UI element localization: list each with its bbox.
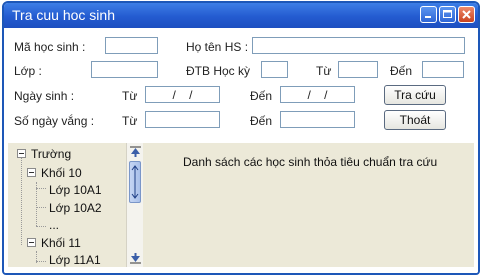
absences-to-input[interactable] [280,111,355,128]
results-caption: Danh sách các học sinh thỏa tiêu chuẩn t… [183,155,438,169]
full-name-input[interactable] [252,37,465,54]
title-bar[interactable]: Tra cuu hoc sinh [4,3,478,28]
birth-to-label: Đến [250,89,273,103]
form-area: Mã học sinh : Họ tên HS : Lớp : ĐTB Học … [4,28,478,273]
class-label: Lớp : [14,64,42,78]
maximize-icon[interactable] [439,6,456,23]
tree-item-class-11a1[interactable]: Lớp 11A1 [49,253,101,267]
collapse-icon[interactable] [27,238,36,247]
tree-item-ellipsis: ... [49,218,60,232]
absences-to-label: Đến [250,114,273,128]
tree-item-grade-10[interactable]: Khối 10 [41,166,82,180]
gpa-from-label: Từ [316,64,332,78]
close-icon[interactable] [458,6,475,23]
gpa-input[interactable] [261,61,288,78]
birthdate-label: Ngày sinh : [14,89,75,103]
collapse-icon[interactable] [17,149,26,158]
tree-connector [36,188,46,189]
search-button[interactable]: Tra cứu [384,85,446,105]
tree-connector [36,261,46,262]
full-name-label: Họ tên HS : [186,40,249,54]
class-input[interactable] [91,61,158,78]
class-tree[interactable]: Trường Khối 10 Lớp 10A1 Lớp 10A2 ... Khố… [8,143,128,267]
absences-from-label: Từ [122,114,138,128]
gpa-label: ĐTB Học kỳ [186,64,251,78]
birth-to-input[interactable] [280,86,355,103]
tree-item-school[interactable]: Trường [31,147,71,161]
gpa-to-label: Đến [390,64,413,78]
absences-label: Số ngày vắng : [14,114,95,128]
tree-connector [21,158,22,245]
scroll-down-icon[interactable] [129,251,142,265]
student-id-label: Mã học sinh : [14,40,86,54]
exit-button[interactable]: Thoát [384,110,446,130]
tree-scrollbar[interactable] [126,143,143,267]
minimize-icon[interactable] [420,6,437,23]
gpa-to-input[interactable] [422,61,464,78]
search-students-window: Tra cuu hoc sinh Mã học sinh : Họ tên HS… [2,1,480,275]
scroll-thumb[interactable] [129,161,141,203]
tree-connector [36,207,46,208]
tree-item-class-10a2[interactable]: Lớp 10A2 [49,201,102,215]
absences-from-input[interactable] [145,111,220,128]
student-id-input[interactable] [105,37,158,54]
window-title: Tra cuu hoc sinh [12,7,115,23]
results-panel: Trường Khối 10 Lớp 10A1 Lớp 10A2 ... Khố… [8,143,474,267]
tree-connector [36,226,46,227]
gpa-from-input[interactable] [338,61,378,78]
birth-from-label: Từ [122,89,138,103]
tree-item-class-10a1[interactable]: Lớp 10A1 [49,183,102,197]
scroll-up-icon[interactable] [129,145,142,159]
collapse-icon[interactable] [27,168,36,177]
tree-item-grade-11[interactable]: Khối 11 [41,236,81,250]
birth-from-input[interactable] [145,86,220,103]
